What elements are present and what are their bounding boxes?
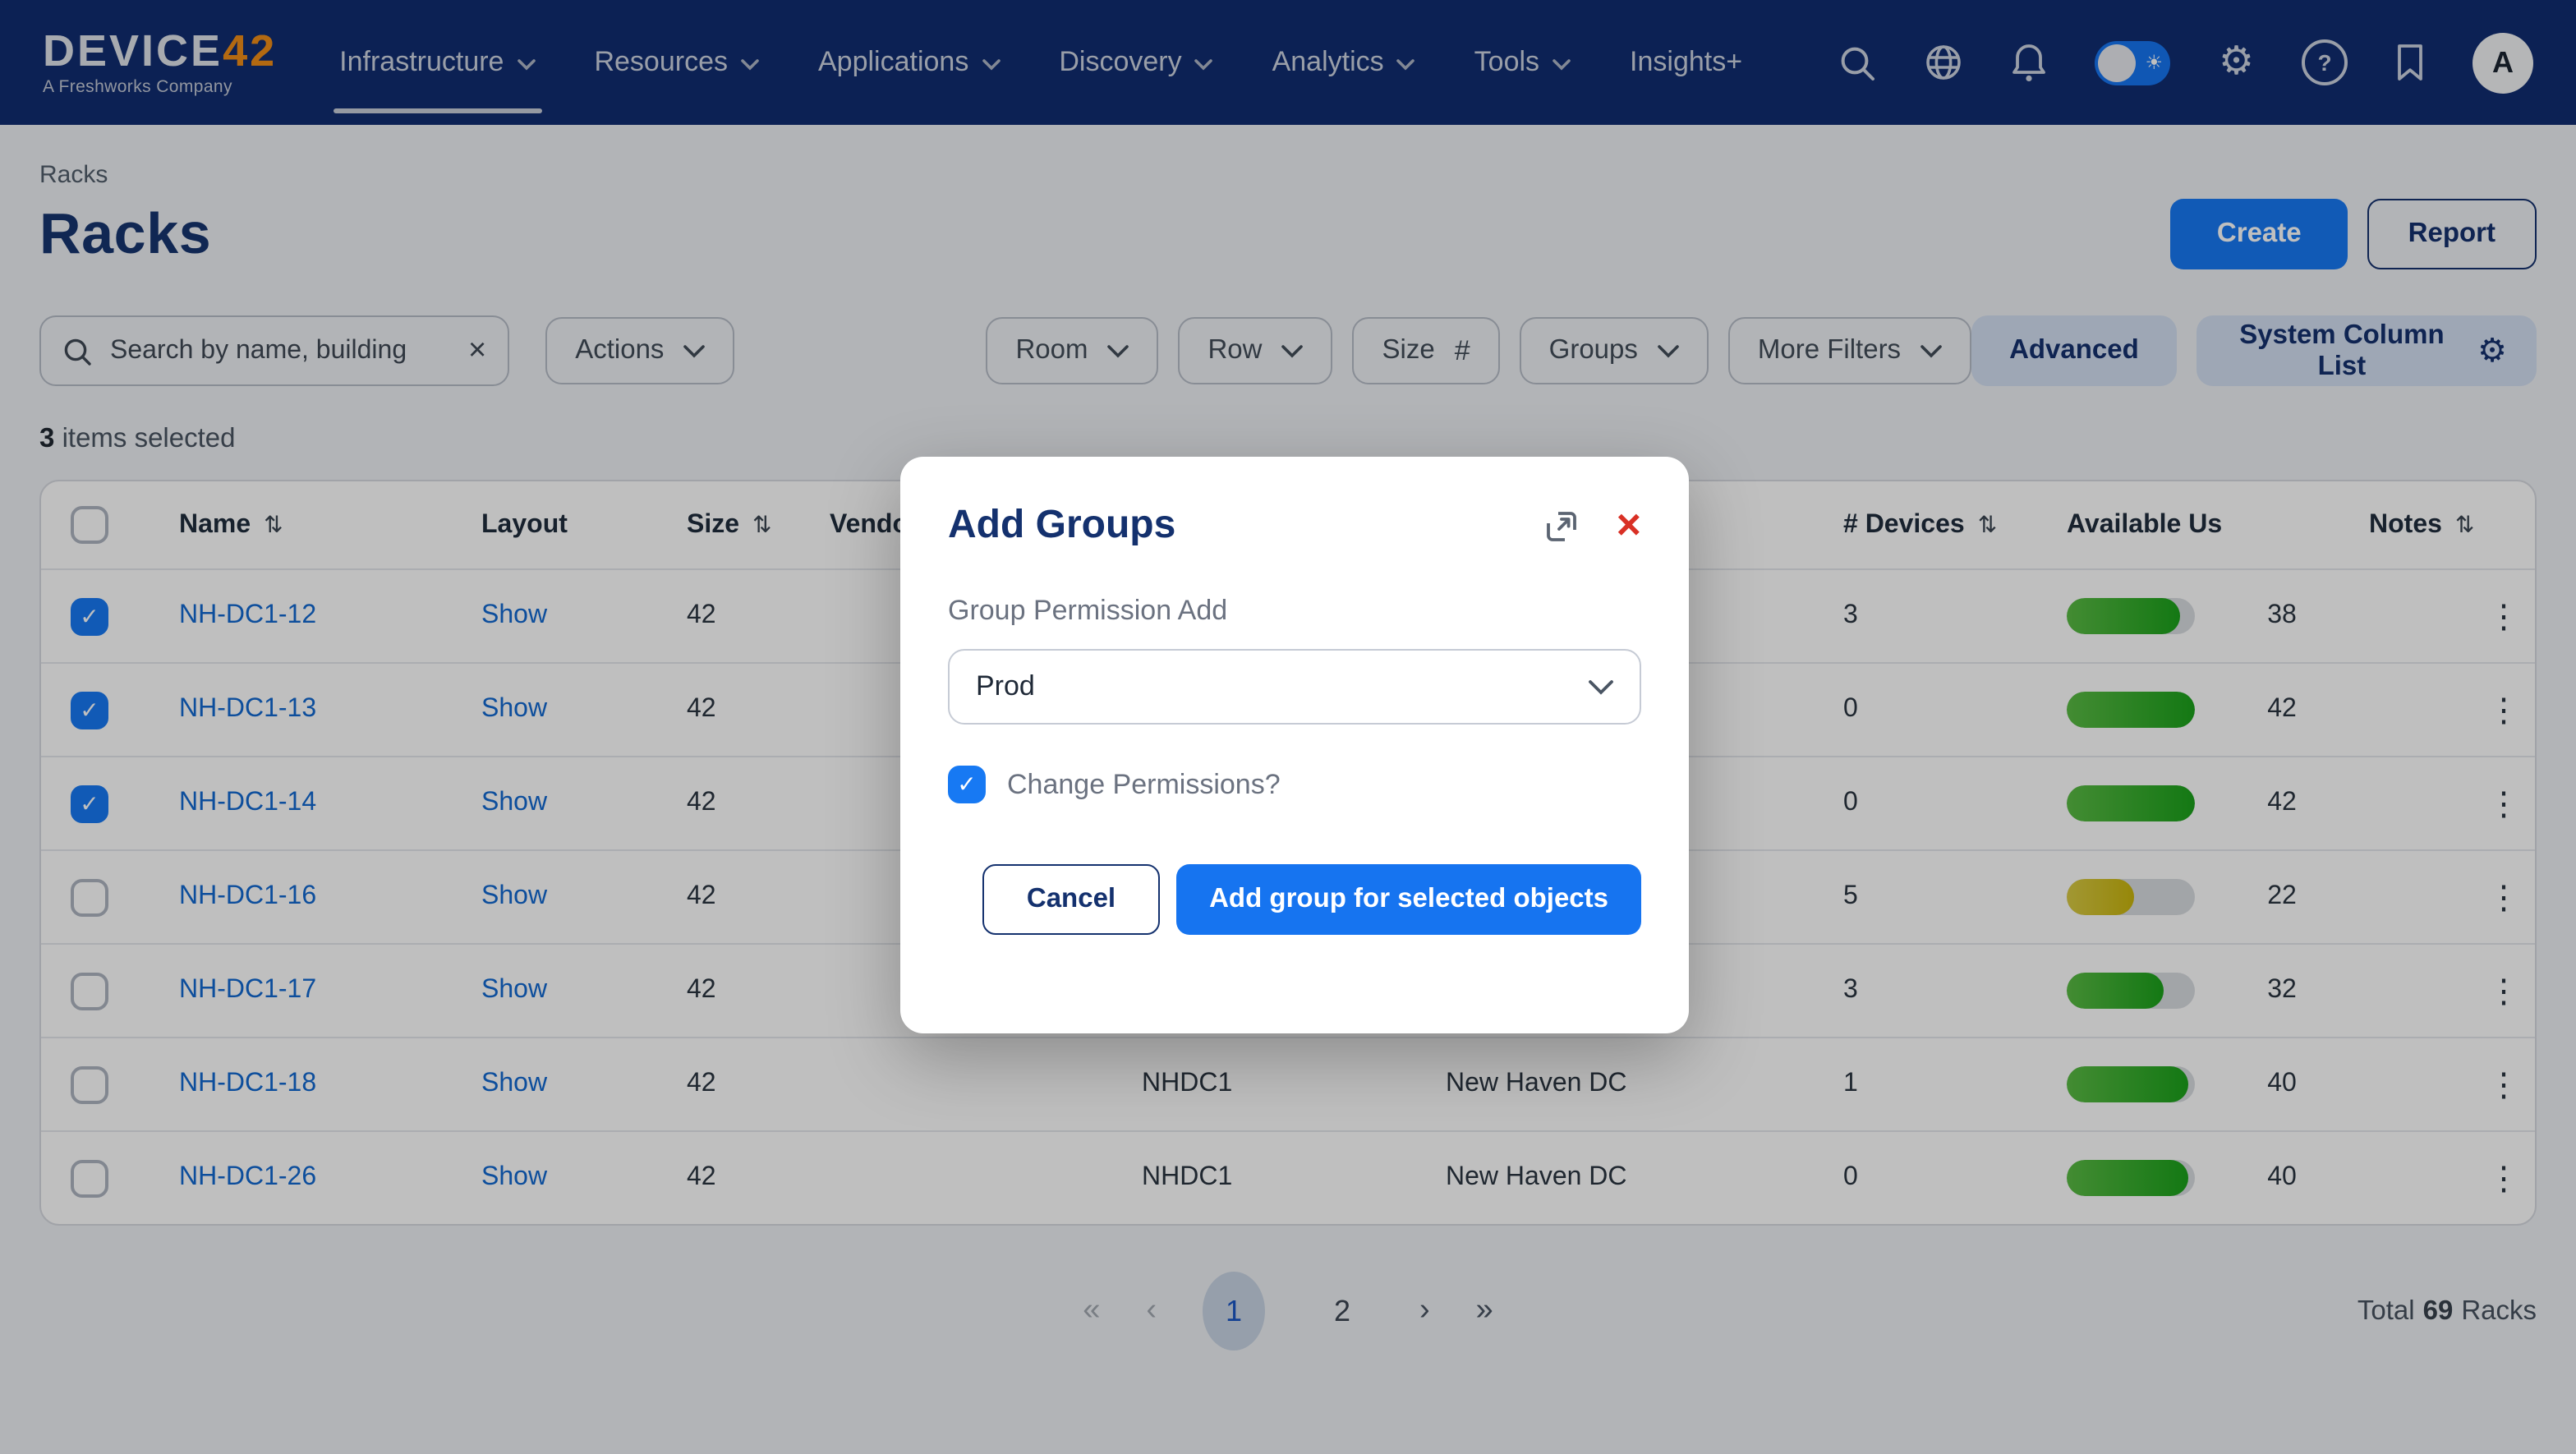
add-groups-modal: Add Groups × Group Permission Add Prod ✓…: [900, 457, 1689, 1033]
expand-modal-icon[interactable]: [1544, 509, 1579, 544]
group-permission-select[interactable]: Prod: [948, 649, 1641, 725]
selected-group-value: Prod: [976, 670, 1035, 703]
cancel-button[interactable]: Cancel: [982, 864, 1160, 935]
change-permissions-label: Change Permissions?: [1007, 768, 1281, 801]
group-permission-label: Group Permission Add: [948, 595, 1641, 628]
modal-title: Add Groups: [948, 503, 1175, 549]
change-permissions-checkbox[interactable]: ✓: [948, 766, 986, 803]
close-modal-icon[interactable]: ×: [1617, 503, 1641, 545]
chevron-down-icon: [1589, 679, 1613, 694]
app-window: DEVICE42 A Freshworks Company Infrastruc…: [0, 0, 2576, 1454]
add-group-submit-button[interactable]: Add group for selected objects: [1176, 864, 1641, 935]
